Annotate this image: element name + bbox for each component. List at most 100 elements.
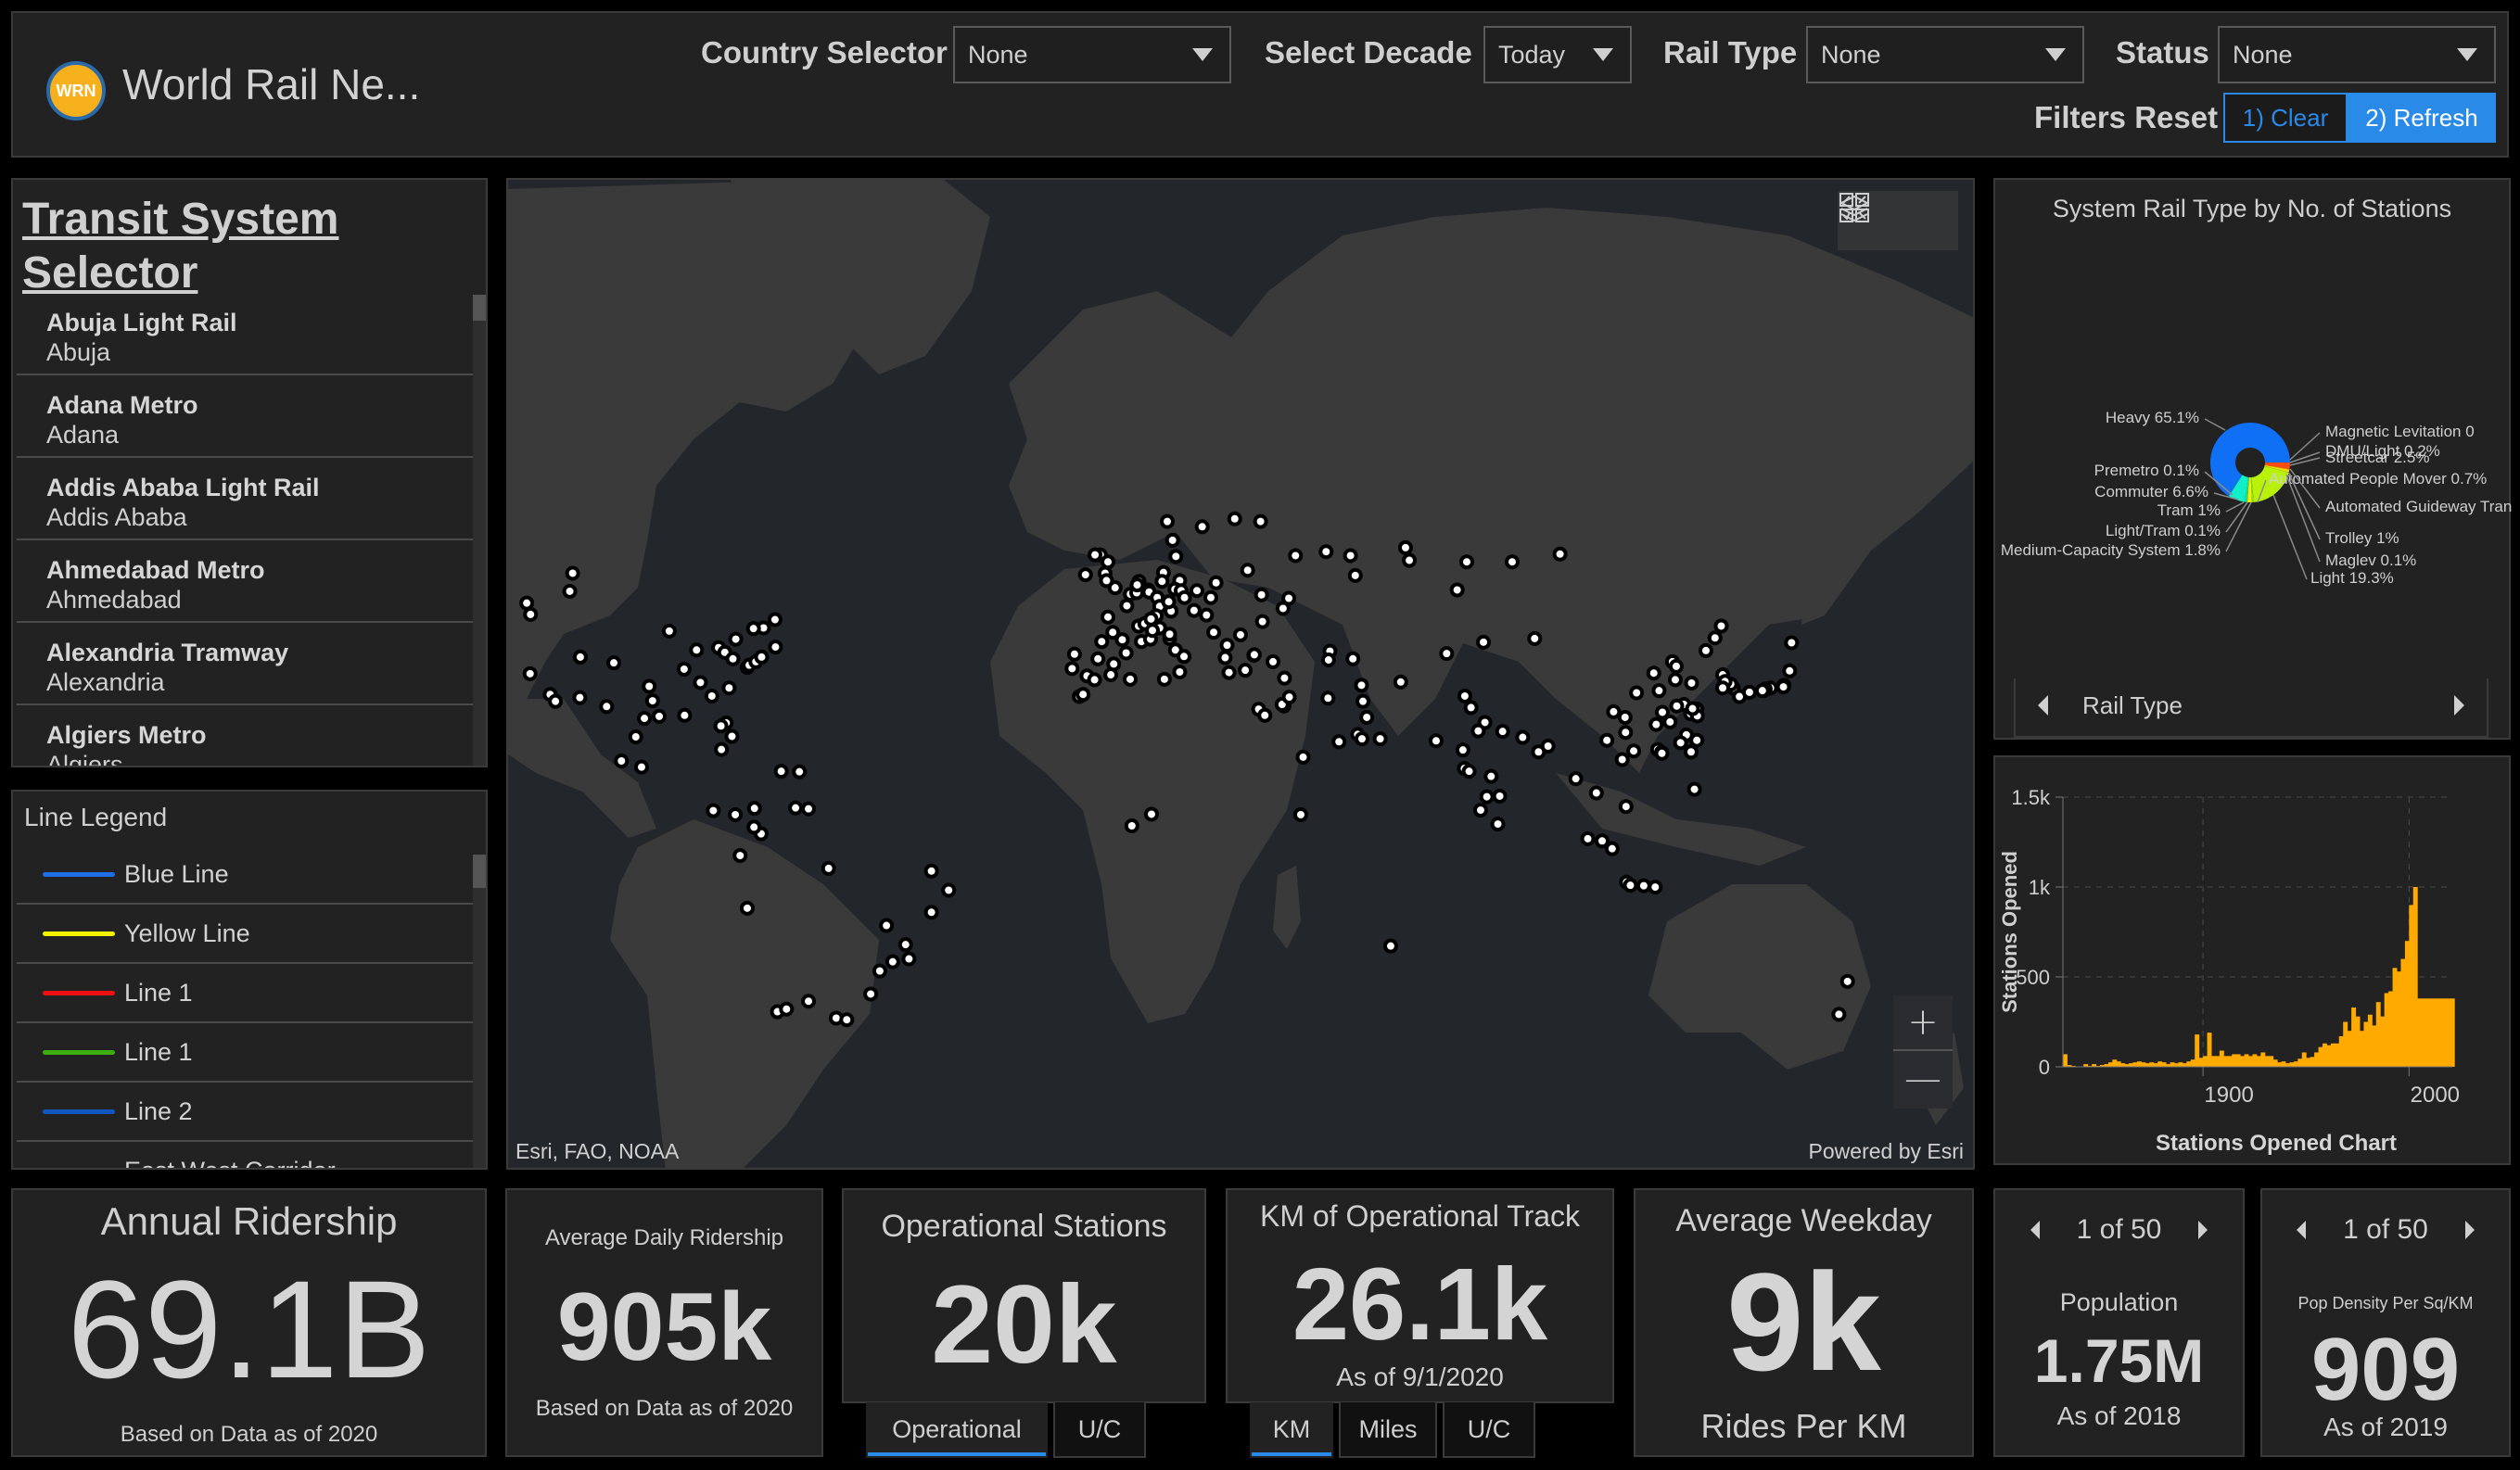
station-point[interactable] [1254,587,1269,602]
station-point[interactable] [1232,627,1248,642]
station-point[interactable] [599,699,615,715]
station-point[interactable] [1354,678,1369,693]
station-point[interactable] [1281,690,1297,705]
histogram-bar[interactable] [2198,1058,2204,1067]
station-point[interactable] [863,986,879,1002]
station-point[interactable] [732,848,748,864]
station-point[interactable] [1331,734,1347,750]
station-point[interactable] [1203,589,1218,605]
station-point[interactable] [1458,554,1474,570]
histogram-bar[interactable] [2351,1007,2357,1067]
station-point[interactable] [1472,803,1488,818]
station-point[interactable] [1741,684,1757,700]
histogram-bar[interactable] [2137,1061,2142,1067]
station-point[interactable] [562,583,578,599]
station-point[interactable] [1646,665,1661,681]
station-point[interactable] [1449,582,1465,598]
prev-arrow-icon[interactable] [2030,1221,2040,1239]
station-point[interactable] [801,994,817,1009]
histogram-bar[interactable] [2170,1062,2175,1067]
station-point[interactable] [637,711,653,727]
histogram-bar[interactable] [2235,1054,2241,1067]
histogram-bar[interactable] [2437,998,2443,1067]
refresh-button[interactable]: 2) Refresh [2348,93,2496,143]
station-point[interactable] [1483,768,1499,784]
station-point[interactable] [1295,749,1311,765]
station-point[interactable] [1266,653,1281,669]
histogram-bar[interactable] [2360,1031,2364,1067]
histogram-bar[interactable] [2149,1062,2155,1067]
histogram-bar[interactable] [2190,1059,2195,1067]
histogram-bar[interactable] [2232,1054,2237,1067]
histogram-bar[interactable] [2157,1061,2163,1067]
station-point[interactable] [1257,707,1273,723]
station-point[interactable] [706,803,721,818]
station-point[interactable] [1713,618,1729,634]
station-point[interactable] [1648,716,1664,732]
station-point[interactable] [1277,670,1292,686]
station-point[interactable] [728,631,744,647]
histogram-bar[interactable] [2272,1059,2278,1067]
station-point[interactable] [1144,623,1160,639]
station-point[interactable] [1618,799,1634,815]
station-point[interactable] [1355,693,1371,709]
station-point[interactable] [1599,732,1615,748]
clear-button[interactable]: 1) Clear [2223,93,2348,143]
transit-list-scrollbar[interactable] [473,295,486,766]
station-point[interactable] [1775,679,1791,695]
histogram-bar[interactable] [2248,1056,2253,1067]
station-point[interactable] [661,623,677,639]
station-point[interactable] [721,680,737,696]
station-point[interactable] [1168,549,1184,564]
histogram-bar[interactable] [2240,1056,2246,1067]
station-point[interactable] [1254,614,1270,629]
station-point[interactable] [1094,634,1110,650]
station-point[interactable] [1154,574,1170,589]
histogram-bar[interactable] [2397,971,2401,1067]
transit-list-item[interactable]: Algiers Metro Algiers [17,705,475,766]
station-point[interactable] [1457,688,1472,703]
histogram-bar[interactable] [2297,1058,2303,1067]
station-point[interactable] [1221,665,1237,680]
histogram-bar[interactable] [2380,1016,2386,1067]
station-point[interactable] [1629,685,1645,701]
station-point[interactable] [1087,672,1102,688]
tab-miles[interactable]: Miles [1339,1402,1437,1458]
station-point[interactable] [1288,548,1304,564]
station-point[interactable] [1159,513,1175,529]
station-point[interactable] [1667,672,1683,688]
histogram-bar[interactable] [2335,1043,2340,1067]
scrollbar-thumb[interactable] [473,855,486,888]
histogram-bar[interactable] [2417,998,2423,1067]
transit-list-item[interactable]: Addis Ababa Light Rail Addis Ababa [17,458,475,540]
station-point[interactable] [768,640,783,655]
station-point[interactable] [1684,675,1699,691]
station-point[interactable] [792,764,808,779]
histogram-bar[interactable] [2141,1062,2146,1067]
station-point[interactable] [1669,698,1685,714]
station-point[interactable] [713,718,729,734]
station-point[interactable] [1393,674,1408,690]
station-point[interactable] [1343,548,1358,564]
histogram-bar[interactable] [2211,1056,2216,1067]
station-point[interactable] [1439,646,1455,662]
histogram-bar[interactable] [2260,1052,2266,1067]
tab-uc[interactable]: U/C [1053,1402,1146,1458]
station-point[interactable] [745,621,761,637]
select-decade-dropdown[interactable]: Today [1483,26,1632,83]
station-point[interactable] [1402,552,1418,568]
station-point[interactable] [1156,671,1172,687]
station-point[interactable] [606,655,622,671]
station-point[interactable] [724,729,740,744]
histogram-bar[interactable] [2112,1059,2118,1067]
histogram-bar[interactable] [2178,1062,2183,1067]
status-dropdown[interactable]: None [2218,26,2496,83]
station-point[interactable] [1088,547,1103,563]
next-arrow-icon[interactable] [2454,695,2464,716]
histogram-bar[interactable] [2174,1063,2179,1067]
histogram-bar[interactable] [2195,1034,2200,1067]
station-point[interactable] [1428,733,1444,749]
station-point[interactable] [1292,806,1308,822]
histogram-bar[interactable] [2375,1002,2381,1067]
station-point[interactable] [923,863,939,879]
